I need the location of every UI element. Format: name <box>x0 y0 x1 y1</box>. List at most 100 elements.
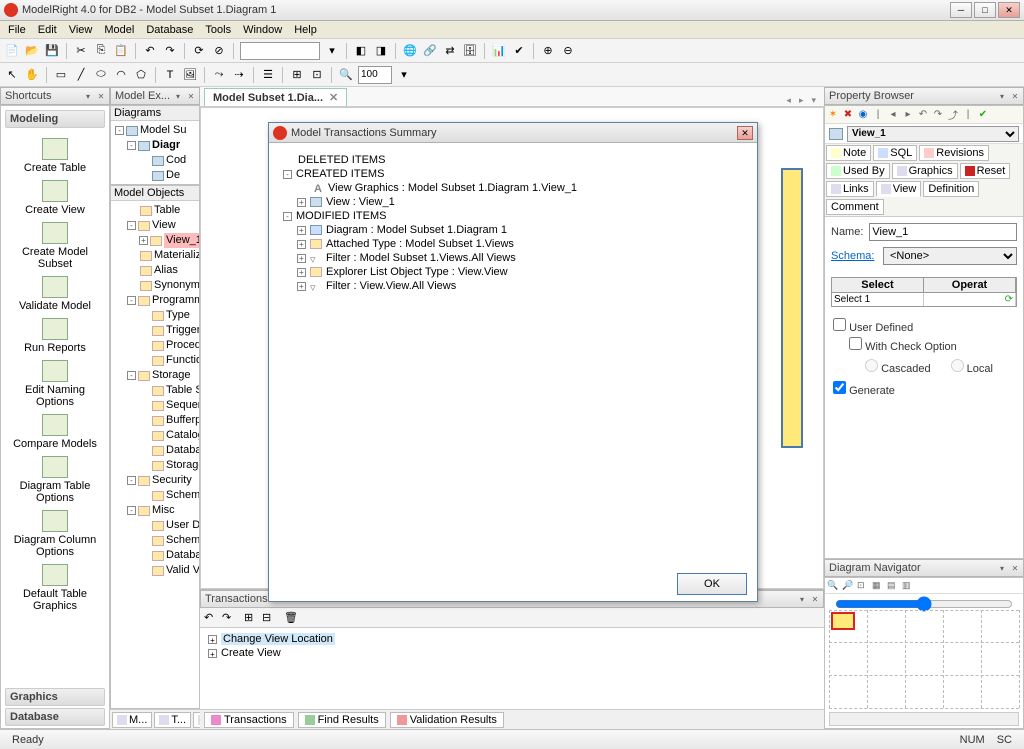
db-icon[interactable]: 🗄 <box>462 43 478 59</box>
text-icon[interactable]: T <box>162 67 178 83</box>
chk-generate[interactable]: Generate <box>833 381 1015 397</box>
pin-icon[interactable]: ▾ <box>172 90 184 102</box>
tree-node[interactable]: Storage Gro <box>113 458 197 473</box>
relation-icon[interactable]: ⇢ <box>231 67 247 83</box>
tree-node[interactable]: Table Spa... <box>113 383 197 398</box>
ellipse-icon[interactable]: ⬭ <box>93 67 109 83</box>
shortcut-item[interactable]: Diagram Column Options <box>5 510 105 558</box>
pin-icon[interactable]: ▾ <box>996 90 1008 102</box>
ptab-usedby[interactable]: Used By <box>826 163 890 179</box>
tree-node[interactable]: User Define <box>113 518 197 533</box>
search-input[interactable] <box>240 42 320 60</box>
prop-dn-icon[interactable]: ↷ <box>932 109 944 121</box>
tree-node[interactable]: +View_1 <box>113 233 197 248</box>
navigator-canvas[interactable] <box>829 610 1019 708</box>
cut-icon[interactable]: ✂ <box>73 43 89 59</box>
pin-icon[interactable]: ▾ <box>82 90 94 102</box>
ptab-sql[interactable]: SQL <box>873 145 917 161</box>
tab-find-results[interactable]: Find Results <box>298 712 386 728</box>
nav-grid2-icon[interactable]: ▤ <box>887 580 899 592</box>
tool-icon-2[interactable]: ◨ <box>373 43 389 59</box>
stop-icon[interactable]: ⊘ <box>211 43 227 59</box>
ok-button[interactable]: OK <box>677 573 747 595</box>
menu-window[interactable]: Window <box>237 22 288 38</box>
compare-icon[interactable]: ⇄ <box>442 43 458 59</box>
tree-node[interactable]: Alias <box>113 263 197 278</box>
modal-tree-node[interactable]: +Diagram : Model Subset 1.Diagram 1 <box>283 223 743 237</box>
trans-collapse-icon[interactable]: ⊟ <box>262 611 276 625</box>
zoom-dropdown-icon[interactable]: ▾ <box>396 67 412 83</box>
panel-close-icon[interactable]: ✕ <box>1009 562 1021 574</box>
modal-tree-node[interactable]: +▿Filter : Model Subset 1.Views.All View… <box>283 251 743 265</box>
tree-node[interactable]: Synonym <box>113 278 197 293</box>
tree-node[interactable]: Database C <box>113 548 197 563</box>
align-icon[interactable]: ☰ <box>260 67 276 83</box>
menu-database[interactable]: Database <box>140 22 199 38</box>
tree-node[interactable]: Procedure <box>113 338 197 353</box>
tree-node[interactable]: Bufferpool <box>113 413 197 428</box>
tab-prev-icon[interactable]: ◂ <box>782 95 795 106</box>
tree-node[interactable]: -Model Su <box>113 123 197 138</box>
shortcut-item[interactable]: Run Reports <box>5 318 105 354</box>
tree-node[interactable]: De <box>113 168 197 183</box>
tree-node[interactable]: -Programmabi... <box>113 293 197 308</box>
prop-del-icon[interactable]: ✖ <box>842 109 854 121</box>
panel-close-icon[interactable]: ✕ <box>95 90 107 102</box>
view-shape[interactable] <box>781 168 803 448</box>
line-icon[interactable]: ╱ <box>73 67 89 83</box>
shortcut-item[interactable]: Create Table <box>5 138 105 174</box>
tree-node[interactable]: Type <box>113 308 197 323</box>
navigator-scrollbar[interactable] <box>829 712 1019 726</box>
zoom-in-icon[interactable]: ⊕ <box>540 43 556 59</box>
menu-file[interactable]: File <box>2 22 32 38</box>
undo-icon[interactable]: ↶ <box>142 43 158 59</box>
grid-row[interactable]: Select 1 <box>832 293 924 306</box>
object-select[interactable]: View_1 <box>847 126 1019 142</box>
nav-grid3-icon[interactable]: ▥ <box>902 580 914 592</box>
prop-home-icon[interactable]: ⤴ <box>947 109 959 121</box>
snap-icon[interactable]: ⊡ <box>309 67 325 83</box>
open-icon[interactable]: 📂 <box>24 43 40 59</box>
redo-icon[interactable]: ↷ <box>162 43 178 59</box>
nav-zoomout-icon[interactable]: 🔎 <box>842 580 854 592</box>
menu-model[interactable]: Model <box>98 22 140 38</box>
shortcut-item[interactable]: Validate Model <box>5 276 105 312</box>
transaction-item[interactable]: +Create View <box>208 646 816 660</box>
tab-next-icon[interactable]: ▸ <box>795 95 808 106</box>
link-icon[interactable]: 🔗 <box>422 43 438 59</box>
shortcuts-group-graphics[interactable]: Graphics <box>5 688 105 706</box>
select-grid[interactable]: SelectOperat Select 1⟳ <box>831 277 1017 307</box>
modal-tree-node[interactable]: -MODIFIED ITEMS <box>283 209 743 223</box>
tree-node[interactable]: Schema Ge <box>113 533 197 548</box>
close-button[interactable]: ✕ <box>998 2 1020 18</box>
zoom-fit-icon[interactable]: 🔍 <box>338 67 354 83</box>
prop-apply-icon[interactable]: ✔ <box>977 109 989 121</box>
modal-tree-node[interactable]: +Explorer List Object Type : View.View <box>283 265 743 279</box>
nav-zoomin-icon[interactable]: 🔍 <box>827 580 839 592</box>
tree-node[interactable]: Function <box>113 353 197 368</box>
maximize-button[interactable]: □ <box>974 2 996 18</box>
zoom-input[interactable] <box>358 66 392 84</box>
trans-expand-icon[interactable]: ⊞ <box>244 611 258 625</box>
search-dropdown-icon[interactable]: ▾ <box>324 43 340 59</box>
ptab-definition[interactable]: Definition <box>923 181 979 197</box>
panel-close-icon[interactable]: ✕ <box>185 90 197 102</box>
shortcut-item[interactable]: Create View <box>5 180 105 216</box>
tree-node[interactable]: -Misc <box>113 503 197 518</box>
ptab-revisions[interactable]: Revisions <box>919 145 989 161</box>
tree-node[interactable]: -View <box>113 218 197 233</box>
tab-list-icon[interactable]: ▾ <box>807 95 820 106</box>
prop-nav-icon[interactable]: ◉ <box>857 109 869 121</box>
shortcuts-group-modeling[interactable]: Modeling <box>5 110 105 128</box>
shortcut-item[interactable]: Compare Models <box>5 414 105 450</box>
explorer-tab-t[interactable]: T... <box>154 712 191 728</box>
trans-clear-icon[interactable]: 🗑 <box>284 611 298 625</box>
chk-with-check-option[interactable]: With Check Option <box>849 337 1015 353</box>
shortcuts-group-database[interactable]: Database <box>5 708 105 726</box>
copy-icon[interactable]: ⎘ <box>93 43 109 59</box>
ptab-links[interactable]: Links <box>826 181 874 197</box>
tree-node[interactable]: Database <box>113 443 197 458</box>
prop-back-icon[interactable]: ◂ <box>887 109 899 121</box>
modal-tree-node[interactable]: -CREATED ITEMS <box>283 167 743 181</box>
zoom-out-icon[interactable]: ⊖ <box>560 43 576 59</box>
